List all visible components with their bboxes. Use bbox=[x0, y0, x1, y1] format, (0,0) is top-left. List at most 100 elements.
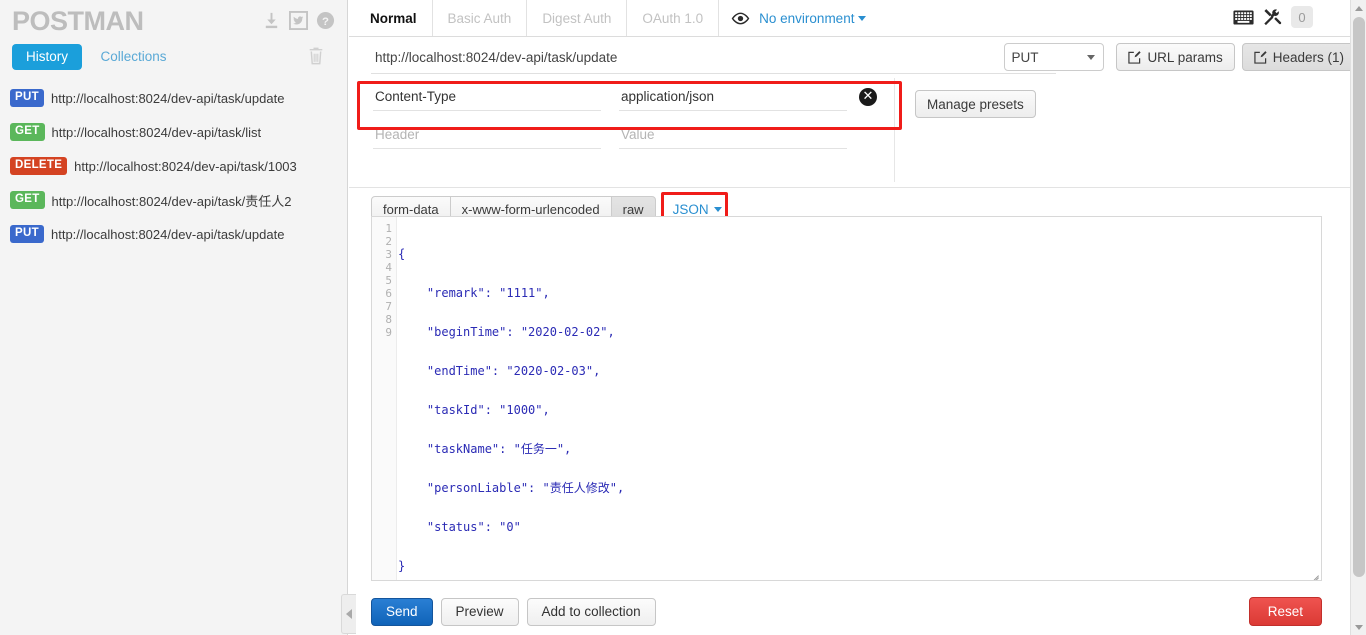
headers-label: Headers (1) bbox=[1272, 49, 1344, 65]
reset-button[interactable]: Reset bbox=[1248, 597, 1322, 626]
download-icon[interactable] bbox=[262, 11, 281, 30]
history-item[interactable]: PUT http://localhost:8024/dev-api/task/u… bbox=[0, 217, 347, 251]
manage-presets-button[interactable]: Manage presets bbox=[915, 90, 1036, 118]
keyboard-icon[interactable] bbox=[1233, 10, 1254, 25]
edit-icon bbox=[1128, 50, 1142, 64]
add-to-collection-button[interactable]: Add to collection bbox=[526, 597, 656, 626]
history-url: http://localhost:8024/dev-api/task/updat… bbox=[51, 90, 285, 106]
wrench-icon[interactable] bbox=[1263, 8, 1282, 27]
url-params-button[interactable]: URL params bbox=[1116, 43, 1235, 71]
chevron-down-icon bbox=[713, 206, 722, 212]
headers-button[interactable]: Headers (1) bbox=[1241, 43, 1356, 71]
header-row-empty bbox=[349, 116, 1366, 154]
settings-button[interactable]: 0 bbox=[1291, 6, 1313, 28]
line-number: 5 bbox=[385, 274, 392, 287]
line-number: 6 bbox=[385, 287, 392, 300]
headers-area: ✕ Manage presets bbox=[349, 78, 1366, 188]
line-number: 2 bbox=[385, 235, 392, 248]
preview-button[interactable]: Preview bbox=[440, 597, 519, 626]
history-list: PUT http://localhost:8024/dev-api/task/u… bbox=[0, 74, 347, 251]
line-number: 8 bbox=[385, 313, 392, 326]
sidebar: POSTMAN ? History Collections PUT http:/… bbox=[0, 0, 348, 635]
header-key-input[interactable] bbox=[373, 121, 601, 149]
method-badge: GET bbox=[10, 191, 45, 209]
history-item[interactable]: GET http://localhost:8024/dev-api/task/l… bbox=[0, 115, 347, 149]
code-line: } bbox=[398, 559, 406, 573]
help-icon[interactable]: ? bbox=[316, 11, 335, 30]
header-row: ✕ bbox=[349, 78, 1366, 116]
line-number: 7 bbox=[385, 300, 392, 313]
method-value: PUT bbox=[1011, 49, 1039, 65]
tab-oauth-1[interactable]: OAuth 1.0 bbox=[627, 0, 720, 36]
eye-icon bbox=[731, 12, 750, 24]
auth-tab-bar: Normal Basic Auth Digest Auth OAuth 1.0 … bbox=[349, 0, 1366, 37]
chevron-down-icon bbox=[1087, 55, 1096, 60]
tab-normal[interactable]: Normal bbox=[358, 0, 433, 36]
environment-label: No environment bbox=[759, 10, 855, 26]
header-value-input[interactable] bbox=[619, 121, 847, 149]
action-bar: Send Preview Add to collection Reset bbox=[349, 588, 1366, 635]
tab-basic-auth[interactable]: Basic Auth bbox=[433, 0, 528, 36]
code-line: "remark": "1111", bbox=[398, 286, 550, 300]
top-right-icons: 0 bbox=[1233, 6, 1313, 28]
environment-selector[interactable]: No environment bbox=[759, 10, 867, 26]
json-body-code[interactable]: { "remark": "1111", "beginTime": "2020-0… bbox=[398, 217, 624, 580]
body-format-selector[interactable]: JSON bbox=[673, 202, 722, 217]
header-key-input[interactable] bbox=[373, 83, 601, 111]
editor-resize-handle[interactable] bbox=[1307, 566, 1320, 579]
edit-icon bbox=[1254, 50, 1267, 64]
code-line: "taskId": "1000", bbox=[398, 403, 550, 417]
url-row: PUT URL params Headers (1) bbox=[349, 36, 1366, 78]
history-item[interactable]: DELETE http://localhost:8024/dev-api/tas… bbox=[0, 149, 347, 183]
code-line: "taskName": "任务一", bbox=[398, 442, 572, 456]
sidebar-header-icons: ? bbox=[262, 11, 335, 30]
postman-app: POSTMAN ? History Collections PUT http:/… bbox=[0, 0, 1366, 635]
code-line: "beginTime": "2020-02-02", bbox=[398, 325, 615, 339]
svg-text:?: ? bbox=[322, 16, 329, 28]
tab-digest-auth[interactable]: Digest Auth bbox=[527, 0, 628, 36]
code-line: "endTime": "2020-02-03", bbox=[398, 364, 601, 378]
twitter-icon[interactable] bbox=[289, 11, 308, 30]
sidebar-tabs: History Collections bbox=[0, 40, 347, 74]
chevron-left-icon bbox=[346, 609, 352, 619]
code-line: { bbox=[398, 247, 406, 261]
trash-icon[interactable] bbox=[307, 46, 325, 66]
code-line: "status": "0" bbox=[398, 520, 521, 534]
line-number-gutter: 1 2 3 4 5 6 7 8 9 bbox=[372, 217, 397, 580]
browser-scrollbar[interactable] bbox=[1350, 0, 1366, 635]
history-item[interactable]: GET http://localhost:8024/dev-api/task/责… bbox=[0, 183, 347, 217]
method-badge: PUT bbox=[10, 89, 44, 107]
sidebar-header: POSTMAN ? bbox=[0, 0, 347, 40]
method-select[interactable]: PUT bbox=[1004, 43, 1105, 71]
url-underline bbox=[371, 73, 1056, 74]
delete-header-icon[interactable]: ✕ bbox=[859, 88, 877, 106]
request-builder: Normal Basic Auth Digest Auth OAuth 1.0 … bbox=[349, 0, 1366, 635]
url-params-label: URL params bbox=[1147, 49, 1223, 65]
history-url: http://localhost:8024/dev-api/task/list bbox=[51, 124, 262, 140]
body-editor[interactable]: 1 2 3 4 5 6 7 8 9 { "remark": "1111", "b… bbox=[371, 216, 1322, 581]
method-badge: DELETE bbox=[10, 157, 68, 175]
method-badge: PUT bbox=[10, 225, 44, 243]
history-url: http://localhost:8024/dev-api/task/责任人2 bbox=[51, 193, 292, 209]
send-button[interactable]: Send bbox=[371, 597, 433, 626]
scroll-up-arrow[interactable] bbox=[1351, 0, 1366, 16]
postman-logo: POSTMAN bbox=[12, 6, 144, 36]
tab-history[interactable]: History bbox=[12, 44, 83, 70]
sidebar-collapse-button[interactable] bbox=[341, 594, 356, 634]
history-item[interactable]: PUT http://localhost:8024/dev-api/task/u… bbox=[0, 81, 347, 115]
line-number: 9 bbox=[385, 326, 392, 339]
header-value-input[interactable] bbox=[619, 83, 847, 111]
scrollbar-thumb[interactable] bbox=[1353, 17, 1365, 577]
url-input[interactable] bbox=[371, 42, 1005, 72]
body-format-label: JSON bbox=[672, 201, 709, 217]
history-url: http://localhost:8024/dev-api/task/1003 bbox=[74, 158, 297, 174]
line-number: 3 bbox=[385, 248, 392, 261]
scroll-down-arrow[interactable] bbox=[1351, 619, 1366, 635]
tab-collections[interactable]: Collections bbox=[86, 44, 180, 70]
manage-presets-label: Manage presets bbox=[927, 96, 1024, 112]
line-number: 1 bbox=[385, 222, 392, 235]
headers-vertical-divider bbox=[894, 78, 895, 182]
method-badge: GET bbox=[10, 123, 45, 141]
chevron-down-icon bbox=[858, 15, 867, 21]
preview-environment-button[interactable] bbox=[719, 12, 759, 25]
